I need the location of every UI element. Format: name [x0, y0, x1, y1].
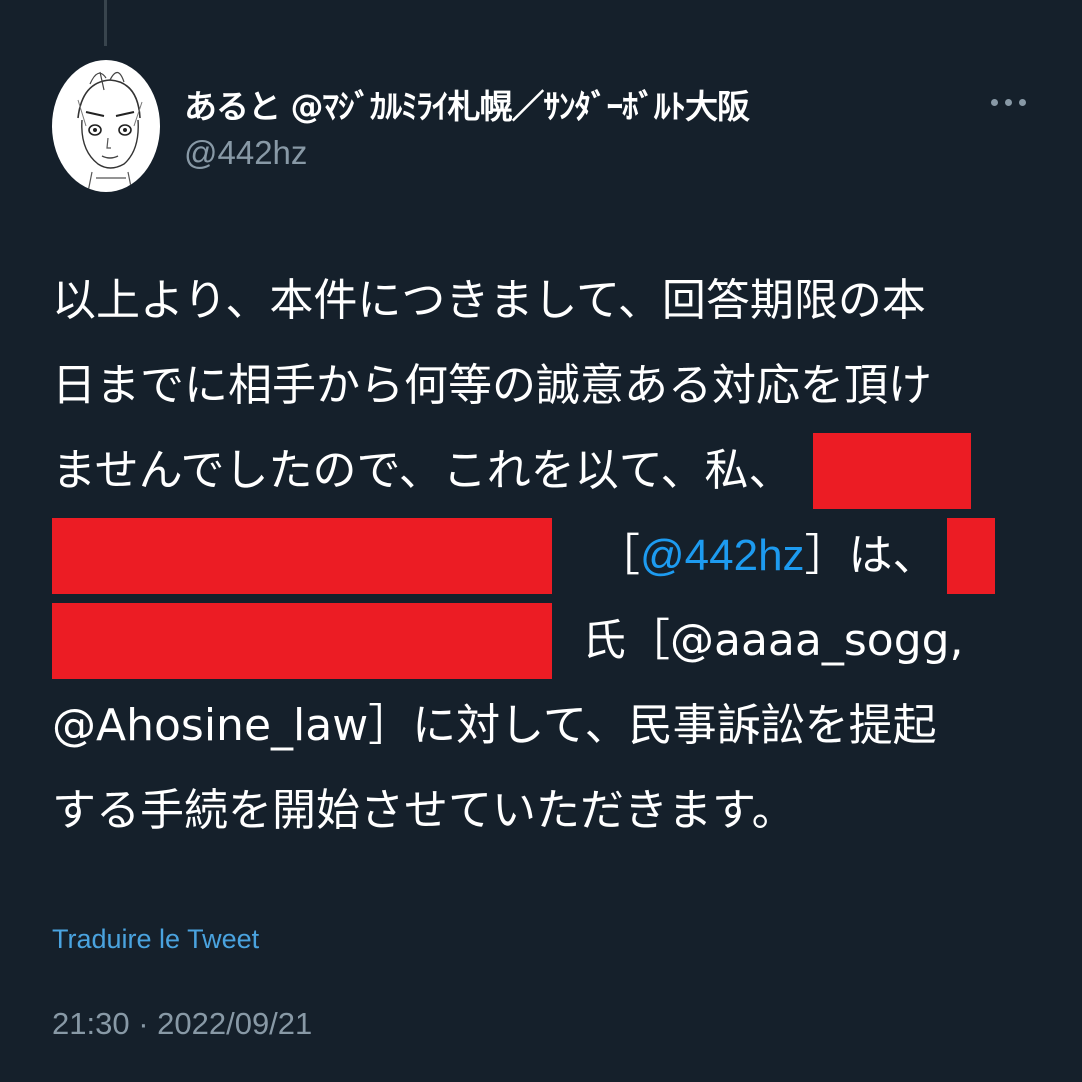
more-horizontal-icon — [1005, 99, 1012, 106]
more-horizontal-icon — [1019, 99, 1026, 106]
tweet-line: @Ahosine_law］に対して、民事訴訟を提起 — [52, 683, 1012, 768]
tweet-line-text: 氏［@aaaa_sogg, — [582, 615, 964, 666]
mention-link[interactable]: @442hz — [640, 513, 805, 598]
tweet-line-text: @Ahosine_law］に対して、民事訴訟を提起 — [52, 700, 937, 751]
tweet-line: 日までに相手から何等の誠意ある対応を頂け — [52, 343, 1012, 428]
thread-connector-line — [104, 0, 107, 46]
redaction-box — [52, 517, 552, 594]
redaction-box — [946, 517, 995, 594]
tweet-line: ［ @442hz ］は、 — [52, 513, 1012, 598]
tweet-line-text: 日までに相手から何等の誠意ある対応を頂け — [52, 360, 932, 411]
tweet-text: 以上より、本件につきまして、回答期限の本 日までに相手から何等の誠意ある対応を頂… — [52, 258, 1012, 853]
translate-tweet-link[interactable]: Traduire le Tweet — [52, 924, 259, 955]
tweet-line-text: ませんでしたので、これを以て、私、 — [52, 445, 793, 496]
redaction-box — [812, 432, 971, 509]
tweet-timestamp[interactable]: 21:30 · 2022/09/21 — [52, 1006, 312, 1042]
tweet-line-text: ］は、 — [804, 530, 937, 581]
avatar-sketch-icon — [77, 71, 143, 192]
tweet-line-text: 以上より、本件につきまして、回答期限の本 — [52, 275, 926, 326]
tweet-line: 氏［@aaaa_sogg, — [52, 598, 1012, 683]
more-horizontal-icon — [991, 99, 998, 106]
user-handle[interactable]: @442hz — [184, 134, 307, 172]
tweet-line: ませんでしたので、これを以て、私、 — [52, 428, 1012, 513]
tweet-line: 以上より、本件につきまして、回答期限の本 — [52, 258, 1012, 343]
display-name[interactable]: あると @ﾏｼﾞｶﾙﾐﾗｲ札幌／ｻﾝﾀﾞｰﾎﾞﾙﾄ大阪 — [184, 80, 750, 128]
tweet-line: する手続を開始させていただきます。 — [52, 768, 1012, 853]
redaction-box — [52, 602, 552, 679]
more-options-button[interactable] — [988, 90, 1030, 116]
avatar[interactable] — [52, 60, 160, 192]
tweet-line-text: する手続を開始させていただきます。 — [52, 785, 796, 836]
bracket-open: ［ — [596, 530, 640, 581]
